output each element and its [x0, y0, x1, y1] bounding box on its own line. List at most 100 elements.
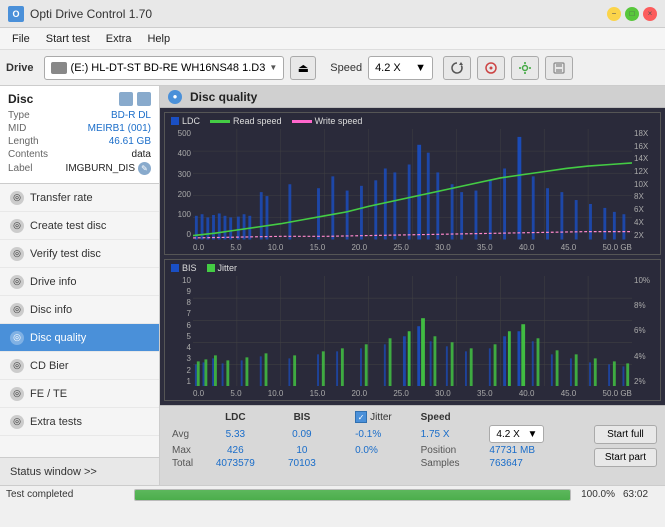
- read-speed-legend-label: Read speed: [233, 116, 282, 126]
- disc-info-panel: Disc Type BD-R DL MID MEIRB1 (001) Lengt…: [0, 86, 159, 184]
- verify-test-disc-icon: ◎: [10, 247, 24, 261]
- extra-tests-label: Extra tests: [30, 416, 82, 428]
- status-window-button[interactable]: Status window >>: [0, 457, 159, 485]
- data-panel: LDC BIS ✓ Jitter Speed Avg: [160, 405, 665, 485]
- sidebar-item-disc-info[interactable]: ◎ Disc info: [0, 296, 159, 324]
- total-ldc: 4073579: [198, 457, 273, 470]
- speed-select[interactable]: 4.2 X ▼: [368, 56, 433, 80]
- jitter-checkbox[interactable]: ✓: [355, 411, 367, 423]
- jitter-legend-label: Jitter: [218, 263, 238, 273]
- drive-label: Drive: [6, 62, 34, 74]
- label-edit-icon[interactable]: ✎: [138, 162, 151, 175]
- settings-button[interactable]: [511, 56, 539, 80]
- sidebar-item-verify-test-disc[interactable]: ◎ Verify test disc: [0, 240, 159, 268]
- disc-scan-button[interactable]: [477, 56, 505, 80]
- ldc-col-header: LDC: [198, 410, 273, 424]
- total-bis: 70103: [273, 457, 331, 470]
- eject-button[interactable]: ⏏: [290, 56, 316, 80]
- save-button[interactable]: [545, 56, 573, 80]
- speed-quality-value: 4.2 X: [496, 429, 519, 440]
- contents-value: data: [132, 149, 151, 160]
- menu-file[interactable]: File: [4, 31, 38, 47]
- disc-label-value: IMGBURN_DIS: [66, 163, 135, 174]
- sidebar-item-disc-quality[interactable]: ◎ Disc quality: [0, 324, 159, 352]
- fe-te-icon: ◎: [10, 387, 24, 401]
- drive-select[interactable]: (E:) HL-DT-ST BD-RE WH16NS48 1.D3 ▼: [44, 56, 285, 80]
- content-header: ● Disc quality: [160, 86, 665, 108]
- stats-table: LDC BIS ✓ Jitter Speed Avg: [160, 406, 586, 485]
- y-label-500: 500: [167, 129, 191, 138]
- titlebar: O Opti Drive Control 1.70 − □ ×: [0, 0, 665, 28]
- position-value: 47731 MB: [485, 444, 577, 457]
- write-speed-legend-label: Write speed: [315, 116, 363, 126]
- fe-te-label: FE / TE: [30, 388, 67, 400]
- sidebar-item-drive-info[interactable]: ◎ Drive info: [0, 268, 159, 296]
- top-chart: LDC Read speed Write speed 0 100 200: [164, 112, 661, 255]
- ldc-legend-color: [171, 117, 179, 125]
- minimize-button[interactable]: −: [607, 7, 621, 21]
- close-button[interactable]: ×: [643, 7, 657, 21]
- charts-area: LDC Read speed Write speed 0 100 200: [160, 108, 665, 405]
- sidebar-item-create-test-disc[interactable]: ◎ Create test disc: [0, 212, 159, 240]
- sidebar: Disc Type BD-R DL MID MEIRB1 (001) Lengt…: [0, 86, 160, 485]
- bottom-chart: BIS Jitter 1 2 3 4 5 6 7 8: [164, 259, 661, 402]
- menu-extra[interactable]: Extra: [98, 31, 140, 47]
- avg-row-label: Avg: [168, 424, 198, 444]
- sidebar-item-cd-bier[interactable]: ◎ CD Bier: [0, 352, 159, 380]
- speed-chevron-icon: ▼: [415, 62, 426, 74]
- speed-quality-select[interactable]: 4.2 X ▼: [489, 425, 544, 443]
- jitter-legend-color: [207, 264, 215, 272]
- drive-chevron-icon: ▼: [269, 63, 277, 72]
- progress-bar: [134, 489, 571, 501]
- status-window-label: Status window >>: [10, 466, 97, 478]
- max-ldc: 426: [198, 444, 273, 457]
- app-title: Opti Drive Control 1.70: [30, 7, 607, 21]
- cd-bier-icon: ◎: [10, 359, 24, 373]
- menu-start-test[interactable]: Start test: [38, 31, 98, 47]
- disc-info-icon[interactable]: [137, 92, 151, 106]
- refresh-button[interactable]: [443, 56, 471, 80]
- disc-info-nav-icon: ◎: [10, 303, 24, 317]
- samples-value: 763647: [485, 457, 577, 470]
- avg-jitter: -0.1%: [351, 424, 417, 444]
- max-bis: 10: [273, 444, 331, 457]
- sidebar-item-extra-tests[interactable]: ◎ Extra tests: [0, 408, 159, 436]
- statusbar: Test completed 100.0% 63:02: [0, 485, 665, 503]
- ldc-legend-label: LDC: [182, 116, 200, 126]
- jitter-check-label: Jitter: [370, 412, 392, 423]
- transfer-rate-label: Transfer rate: [30, 192, 93, 204]
- y-label-100: 100: [167, 210, 191, 219]
- bis-legend-label: BIS: [182, 263, 197, 273]
- disc-info-nav-label: Disc info: [30, 304, 72, 316]
- start-part-button[interactable]: Start part: [594, 448, 657, 467]
- drive-info-icon: ◎: [10, 275, 24, 289]
- disc-section-label: Disc: [8, 92, 33, 106]
- content-title: Disc quality: [190, 90, 257, 104]
- length-value: 46.61 GB: [109, 136, 151, 147]
- action-buttons: Start full Start part: [586, 406, 665, 485]
- speed-label: Speed: [330, 62, 362, 74]
- menu-help[interactable]: Help: [139, 31, 178, 47]
- status-time: 63:02: [623, 489, 659, 500]
- maximize-button[interactable]: □: [625, 7, 639, 21]
- y-label-300: 300: [167, 170, 191, 179]
- start-full-button[interactable]: Start full: [594, 425, 657, 444]
- read-speed-legend-color: [210, 120, 230, 123]
- sidebar-item-fe-te[interactable]: ◎ FE / TE: [0, 380, 159, 408]
- speed-value: 4.2 X: [375, 62, 401, 74]
- jitter-checkbox-row: ✓ Jitter: [355, 411, 413, 423]
- bottom-chart-x-axis: 0.0 5.0 10.0 15.0 20.0 25.0 30.0 35.0 40…: [193, 389, 632, 398]
- y-label-400: 400: [167, 149, 191, 158]
- write-speed-legend-color: [292, 120, 312, 123]
- type-label: Type: [8, 110, 30, 121]
- create-test-disc-icon: ◎: [10, 219, 24, 233]
- drive-info-label: Drive info: [30, 276, 76, 288]
- app-icon: O: [8, 6, 24, 22]
- disc-refresh-icon[interactable]: [119, 92, 133, 106]
- sidebar-item-transfer-rate[interactable]: ◎ Transfer rate: [0, 184, 159, 212]
- progress-bar-fill: [135, 490, 570, 500]
- length-label: Length: [8, 136, 39, 147]
- transfer-rate-icon: ◎: [10, 191, 24, 205]
- disc-quality-label: Disc quality: [30, 332, 86, 344]
- top-chart-y-axis: 0 100 200 300 400 500: [165, 129, 193, 240]
